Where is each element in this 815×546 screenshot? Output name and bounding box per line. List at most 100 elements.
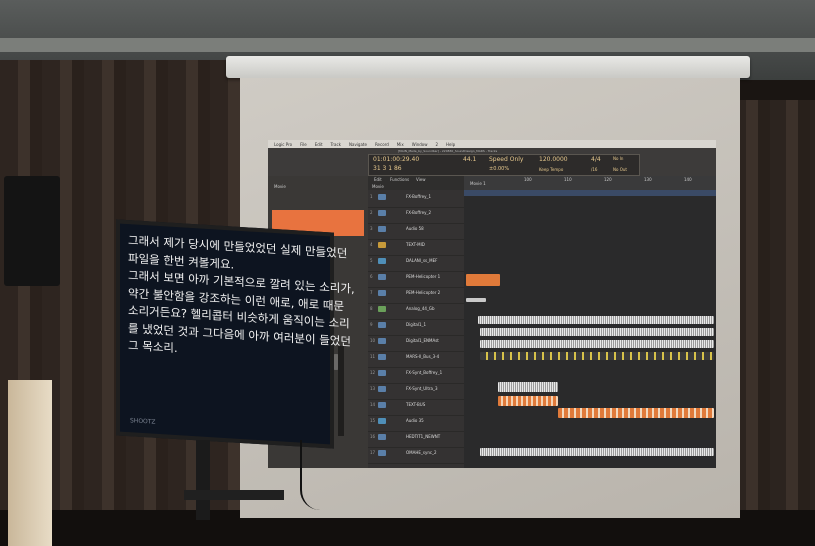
audio-region[interactable] [478,316,714,324]
track-number: 17 [370,450,376,455]
curtain-right [730,100,815,546]
menu-item: Mix [396,141,404,147]
menu-item: Navigate [349,141,367,147]
audio-region[interactable] [480,448,714,456]
track-number: 14 [370,402,376,407]
audio-region[interactable] [480,328,714,336]
track-icon [378,386,386,392]
track-number: 8 [370,306,373,311]
menu-item: Help [446,141,456,147]
track-name: DALANI_ss_MEF [406,258,438,263]
lcd-display: 01:01:00:29.40 31 3 1 86 44.1 Speed Only… [368,154,640,176]
project-title: [MAIN_Made_by_Soundbar] - 220830_SoundDe… [398,149,498,153]
edit-menu[interactable]: Edit [374,177,382,182]
audio-region[interactable] [466,298,486,302]
track-row[interactable]: 5 DALANI_ss_MEF [368,256,464,272]
menu-item: Track [330,141,341,147]
menu-item: Record [374,141,389,147]
track-name: FX-Boffrey_2 [406,210,432,215]
track-row[interactable]: 1 FX-Boffrey_1 [368,192,464,208]
lcd-signature: 4/4 [591,156,601,163]
ruler-mark: 130 [644,177,652,182]
track-row[interactable]: 16 HEDTIT1_NEWNT [368,432,464,448]
track-name: Digital1_ENMAst [406,338,439,343]
track-name: HEDTIT1_NEWNT [406,434,441,439]
audio-region[interactable] [480,352,714,360]
track-name: FX-Synt_Boffrey_1 [406,370,443,375]
track-row[interactable]: 11 MARS-II_Bus_3-4 [368,352,464,368]
audio-region[interactable] [498,382,558,392]
lcd-in: No In [613,156,624,161]
track-name: Digital1_1 [406,322,427,327]
track-icon [378,370,386,376]
functions-menu[interactable]: Functions [390,177,409,182]
track-number: 2 [370,210,373,215]
audio-region[interactable] [480,340,714,348]
track-row[interactable]: 10 Digital1_ENMAst [368,336,464,352]
lcd-time: 01:01:00:29.40 [373,156,420,163]
movie-track-strip [464,190,716,196]
inspector-title: Movie [274,184,286,189]
volume-fader[interactable] [338,346,344,436]
track-icon [378,290,386,296]
track-name: PEM-Helicopter 2 [406,290,441,295]
track-header: Edit Functions View Movie [368,176,464,190]
track-row[interactable]: 2 FX-Boffrey_2 [368,208,464,224]
lcd-division: /16 [591,167,598,172]
ruler-mark: 100 [524,177,532,182]
track-row[interactable]: 6 PEM-Helicopter 1 [368,272,464,288]
track-icon [378,402,386,408]
track-name: PEM-Helicopter 1 [406,274,441,279]
pillar [8,380,52,546]
track-number: 6 [370,274,373,279]
audio-region[interactable] [466,274,500,286]
track-row[interactable]: 15 Audio 35 [368,416,464,432]
track-row[interactable]: 9 Digital1_1 [368,320,464,336]
track-header-label: Movie [372,184,384,189]
track-icon [378,434,386,440]
track-name: TEXT-BUS [406,402,426,407]
track-icon [378,210,386,216]
track-number: 1 [370,194,373,199]
track-number: 16 [370,434,376,439]
track-name: FX-Synt_Ultra_3 [406,386,438,391]
track-icon [378,274,386,280]
view-menu[interactable]: View [416,177,426,182]
track-name: Audio 35 [406,418,424,423]
track-name: FX-Boffrey_1 [406,194,432,199]
track-row[interactable]: 8 Analog_44_Gb [368,304,464,320]
lcd-field-a: 44.1 [463,156,477,163]
menu-item: File [300,141,307,147]
monitor-cable [300,440,320,510]
timeline-ruler: Movie 1 100 110 120 130 140 [464,176,716,190]
track-number: 4 [370,242,373,247]
menu-item: Window [411,141,428,147]
track-number: 12 [370,370,376,375]
track-number: 5 [370,258,373,263]
track-icon [378,354,386,360]
track-icon [378,242,386,248]
track-row[interactable]: 4 TEXT-MID [368,240,464,256]
projector-screen-housing [226,56,750,78]
track-name: OMAHE_sync_2 [406,450,437,455]
lcd-tempo: 120.0000 [539,156,568,163]
ruler-mark: 110 [564,177,572,182]
audio-region[interactable] [498,396,558,406]
track-row[interactable]: 12 FX-Synt_Boffrey_1 [368,368,464,384]
audio-region[interactable] [558,408,714,418]
track-row[interactable]: 13 FX-Synt_Ultra_3 [368,384,464,400]
lcd-field-b: Speed Only [489,156,524,163]
monitor-logo: SHOOTZ [130,417,156,426]
track-row[interactable]: 17 OMAHE_sync_2 [368,448,464,464]
track-name: Analog_44_Gb [406,306,435,311]
lcd-bars: 31 3 1 86 [373,165,402,172]
ceiling-beam [0,38,815,52]
monitor-stand-base [184,490,284,500]
track-icon [378,450,386,456]
track-icon [378,258,386,264]
track-name: TEXT-MID [406,242,425,247]
track-number: 13 [370,386,376,391]
track-row[interactable]: 3 Audio 58 [368,224,464,240]
track-row[interactable]: 7 PEM-Helicopter 2 [368,288,464,304]
track-row[interactable]: 14 TEXT-BUS [368,400,464,416]
